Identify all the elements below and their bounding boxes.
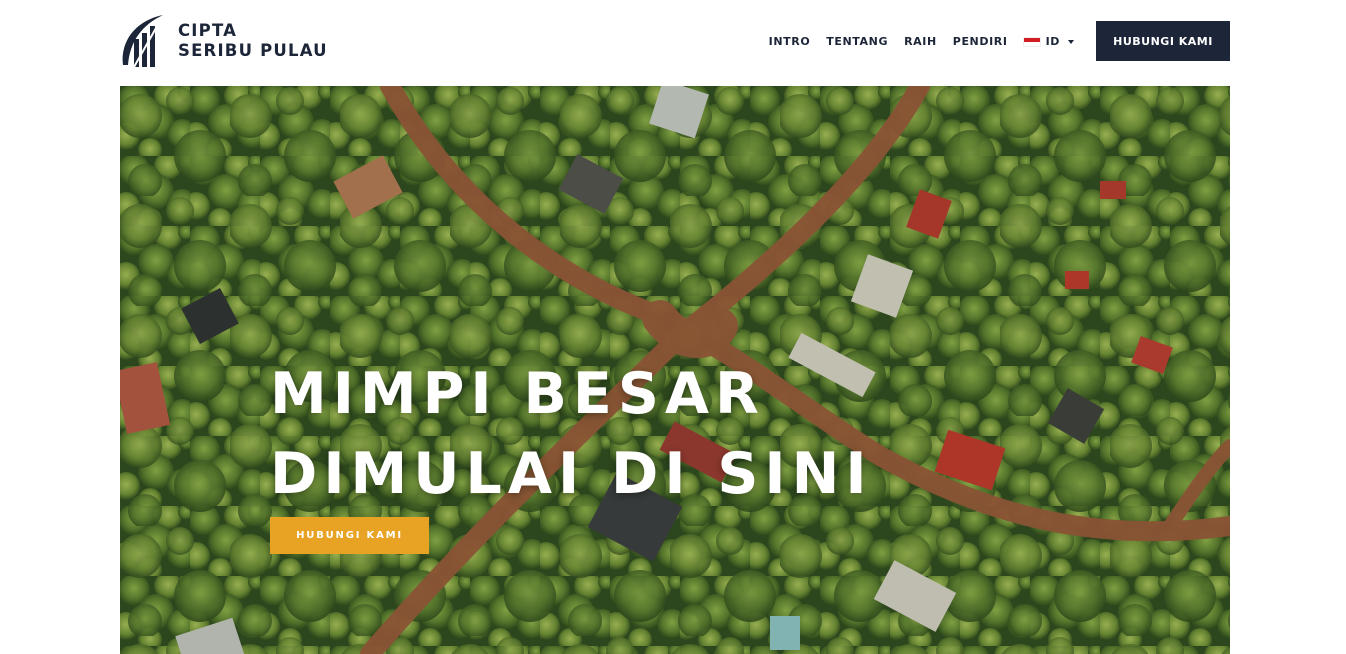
contact-button[interactable]: HUBUNGI KAMI (1096, 21, 1230, 61)
main-nav: INTRO TENTANG RAIH PENDIRI ID (769, 35, 1074, 48)
nav-item-intro[interactable]: INTRO (769, 35, 811, 48)
hero-section: MIMPI BESAR DIMULAI DI SINI HUBUNGI KAMI (120, 86, 1230, 654)
brand-name-line2: SERIBU PULAU (178, 41, 328, 60)
nav-item-raih[interactable]: RAIH (904, 35, 937, 48)
brand-name-line1: CIPTA (178, 21, 238, 40)
hero-headline-line2: DIMULAI DI SINI (270, 441, 873, 507)
nav-item-tentang[interactable]: TENTANG (826, 35, 888, 48)
hero-headline: MIMPI BESAR DIMULAI DI SINI (270, 354, 873, 514)
language-selector[interactable]: ID (1023, 35, 1074, 48)
hero-headline-line1: MIMPI BESAR (270, 361, 765, 427)
language-label: ID (1045, 35, 1060, 48)
nav-item-pendiri[interactable]: PENDIRI (953, 35, 1008, 48)
hero-contact-button[interactable]: HUBUNGI KAMI (270, 517, 429, 554)
chevron-down-icon (1068, 39, 1074, 44)
brand-logo[interactable]: CIPTA SERIBU PULAU (120, 13, 328, 69)
indonesia-flag-icon (1023, 37, 1040, 46)
building-swoosh-logo-icon (122, 15, 163, 68)
site-header: CIPTA SERIBU PULAU INTRO TENTANG RAIH PE… (0, 0, 1346, 86)
